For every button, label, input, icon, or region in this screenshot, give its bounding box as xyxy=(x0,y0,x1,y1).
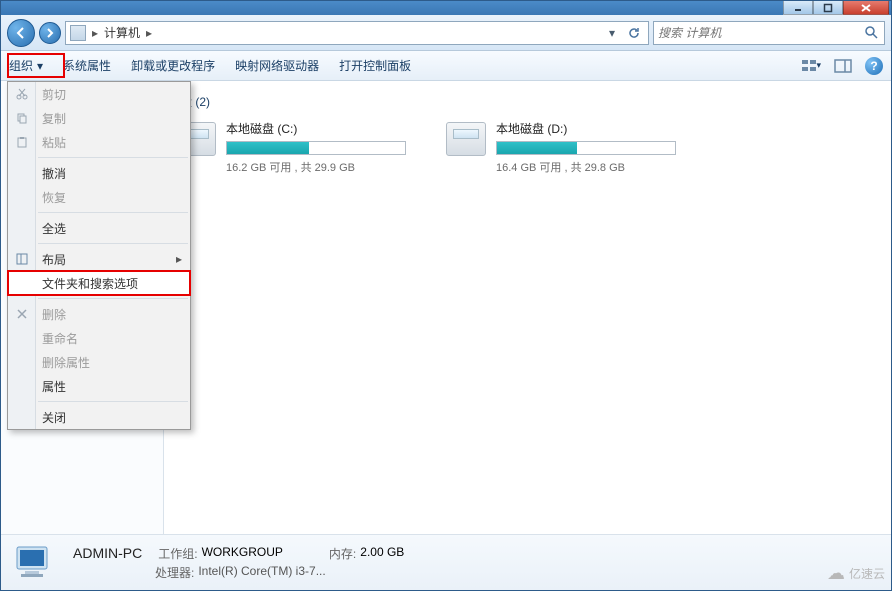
menu-delete[interactable]: 删除 xyxy=(8,302,190,326)
computer-icon xyxy=(70,25,86,41)
delete-icon xyxy=(14,306,30,322)
menu-rename-label: 重命名 xyxy=(42,330,78,347)
watermark: ☁ 亿速云 xyxy=(827,563,885,584)
menu-copy-label: 复制 xyxy=(42,110,66,127)
minimize-button[interactable] xyxy=(783,1,813,15)
paste-icon xyxy=(14,134,30,150)
back-button[interactable] xyxy=(7,19,35,47)
menu-layout[interactable]: 布局 ▸ xyxy=(8,247,190,271)
menu-cut[interactable]: 剪切 xyxy=(8,82,190,106)
capacity-bar xyxy=(226,141,406,155)
capacity-fill xyxy=(227,142,309,154)
menu-undo[interactable]: 撤消 xyxy=(8,161,190,185)
maximize-button[interactable] xyxy=(813,1,843,15)
menu-close[interactable]: 关闭 xyxy=(8,405,190,429)
titlebar xyxy=(1,1,891,15)
content-pane: 盘 (2) 本地磁盘 (C:) 16.2 GB 可用 , 共 29.9 GB 本… xyxy=(164,81,891,534)
drive-stat: 16.4 GB 可用 , 共 29.8 GB xyxy=(496,159,676,175)
menu-separator xyxy=(38,243,188,244)
menu-copy[interactable]: 复制 xyxy=(8,106,190,130)
navigation-bar: ▸ 计算机 ▸ ▾ xyxy=(1,15,891,51)
menu-separator xyxy=(38,401,188,402)
menu-redo[interactable]: 恢复 xyxy=(8,185,190,209)
explorer-window: ▸ 计算机 ▸ ▾ 组织 ▾ 系统属性 卸载或更改程序 映射网络驱动器 打开控 xyxy=(0,0,892,591)
copy-icon xyxy=(14,110,30,126)
menu-remove-properties-label: 删除属性 xyxy=(42,354,90,371)
menu-cut-label: 剪切 xyxy=(42,86,66,103)
window-controls xyxy=(783,1,889,15)
drive-name: 本地磁盘 (D:) xyxy=(496,120,676,137)
hard-drive-icon xyxy=(446,122,486,156)
menu-folder-options[interactable]: 文件夹和搜索选项 xyxy=(8,271,190,295)
drive-item[interactable]: 本地磁盘 (D:) 16.4 GB 可用 , 共 29.8 GB xyxy=(446,120,676,175)
menu-properties-label: 属性 xyxy=(42,378,66,395)
cloud-icon: ☁ xyxy=(827,563,845,584)
cpu-key: 处理器: xyxy=(155,564,194,581)
menu-separator xyxy=(38,157,188,158)
submenu-arrow-icon: ▸ xyxy=(176,252,182,266)
layout-icon xyxy=(14,251,30,267)
menu-separator xyxy=(38,298,188,299)
drives-list: 本地磁盘 (C:) 16.2 GB 可用 , 共 29.9 GB 本地磁盘 (D… xyxy=(176,120,879,175)
organize-dropdown: 剪切 复制 粘贴 撤消 恢复 全选 xyxy=(7,81,191,430)
menu-layout-label: 布局 xyxy=(42,251,66,268)
watermark-text: 亿速云 xyxy=(849,565,885,582)
breadcrumb-computer[interactable]: 计算机 xyxy=(104,24,140,41)
uninstall-programs-button[interactable]: 卸载或更改程序 xyxy=(131,57,215,74)
drive-info: 本地磁盘 (C:) 16.2 GB 可用 , 共 29.9 GB xyxy=(226,120,406,175)
help-icon[interactable]: ? xyxy=(865,57,883,75)
menu-close-label: 关闭 xyxy=(42,409,66,426)
menu-paste-label: 粘贴 xyxy=(42,134,66,151)
capacity-fill xyxy=(497,142,577,154)
system-properties-button[interactable]: 系统属性 xyxy=(63,57,111,74)
organize-menu-button[interactable]: 组织 ▾ xyxy=(9,57,43,74)
workgroup-key: 工作组: xyxy=(158,545,197,562)
history-dropdown-icon[interactable]: ▾ xyxy=(602,23,622,43)
memory-key: 内存: xyxy=(329,545,356,562)
drive-info: 本地磁盘 (D:) 16.4 GB 可用 , 共 29.8 GB xyxy=(496,120,676,175)
command-bar: 组织 ▾ 系统属性 卸载或更改程序 映射网络驱动器 打开控制面板 ▾ ? xyxy=(1,51,891,81)
search-box[interactable] xyxy=(653,21,885,45)
menu-select-all-label: 全选 xyxy=(42,220,66,237)
search-icon[interactable] xyxy=(864,25,880,41)
computer-name: ADMIN-PC xyxy=(73,545,142,561)
forward-button[interactable] xyxy=(39,22,61,44)
open-control-panel-button[interactable]: 打开控制面板 xyxy=(339,57,411,74)
menu-delete-label: 删除 xyxy=(42,306,66,323)
menu-separator xyxy=(38,212,188,213)
computer-large-icon xyxy=(11,543,59,583)
cpu-value: Intel(R) Core(TM) i3-7... xyxy=(198,564,325,581)
capacity-bar xyxy=(496,141,676,155)
map-network-drive-button[interactable]: 映射网络驱动器 xyxy=(235,57,319,74)
menu-redo-label: 恢复 xyxy=(42,189,66,206)
breadcrumb-sep: ▸ xyxy=(92,26,98,40)
menu-properties[interactable]: 属性 xyxy=(8,374,190,398)
drive-item[interactable]: 本地磁盘 (C:) 16.2 GB 可用 , 共 29.9 GB xyxy=(176,120,406,175)
memory-value: 2.00 GB xyxy=(360,545,404,562)
drive-stat: 16.2 GB 可用 , 共 29.9 GB xyxy=(226,159,406,175)
workgroup-value: WORKGROUP xyxy=(202,545,283,562)
cut-icon xyxy=(14,86,30,102)
drive-name: 本地磁盘 (C:) xyxy=(226,120,406,137)
address-bar[interactable]: ▸ 计算机 ▸ ▾ xyxy=(65,21,649,45)
menu-rename[interactable]: 重命名 xyxy=(8,326,190,350)
details-pane: ADMIN-PC 工作组: WORKGROUP 内存: 2.00 GB 处理器:… xyxy=(1,534,891,590)
close-button[interactable] xyxy=(843,1,889,15)
navigation-pane: 剪切 复制 粘贴 撤消 恢复 全选 xyxy=(1,81,164,534)
menu-folder-options-label: 文件夹和搜索选项 xyxy=(42,275,138,292)
menu-select-all[interactable]: 全选 xyxy=(8,216,190,240)
chevron-down-icon: ▾ xyxy=(37,59,43,73)
search-input[interactable] xyxy=(658,26,864,40)
preview-pane-icon[interactable] xyxy=(833,56,853,76)
details-text: ADMIN-PC 工作组: WORKGROUP 内存: 2.00 GB 处理器:… xyxy=(73,545,404,581)
breadcrumb-sep: ▸ xyxy=(146,26,152,40)
refresh-icon[interactable] xyxy=(624,23,644,43)
menu-remove-properties[interactable]: 删除属性 xyxy=(8,350,190,374)
menu-paste[interactable]: 粘贴 xyxy=(8,130,190,154)
body: 剪切 复制 粘贴 撤消 恢复 全选 xyxy=(1,81,891,534)
view-options-icon[interactable]: ▾ xyxy=(801,56,821,76)
menu-undo-label: 撤消 xyxy=(42,165,66,182)
section-heading: 盘 (2) xyxy=(180,93,879,110)
organize-label: 组织 xyxy=(9,57,33,74)
